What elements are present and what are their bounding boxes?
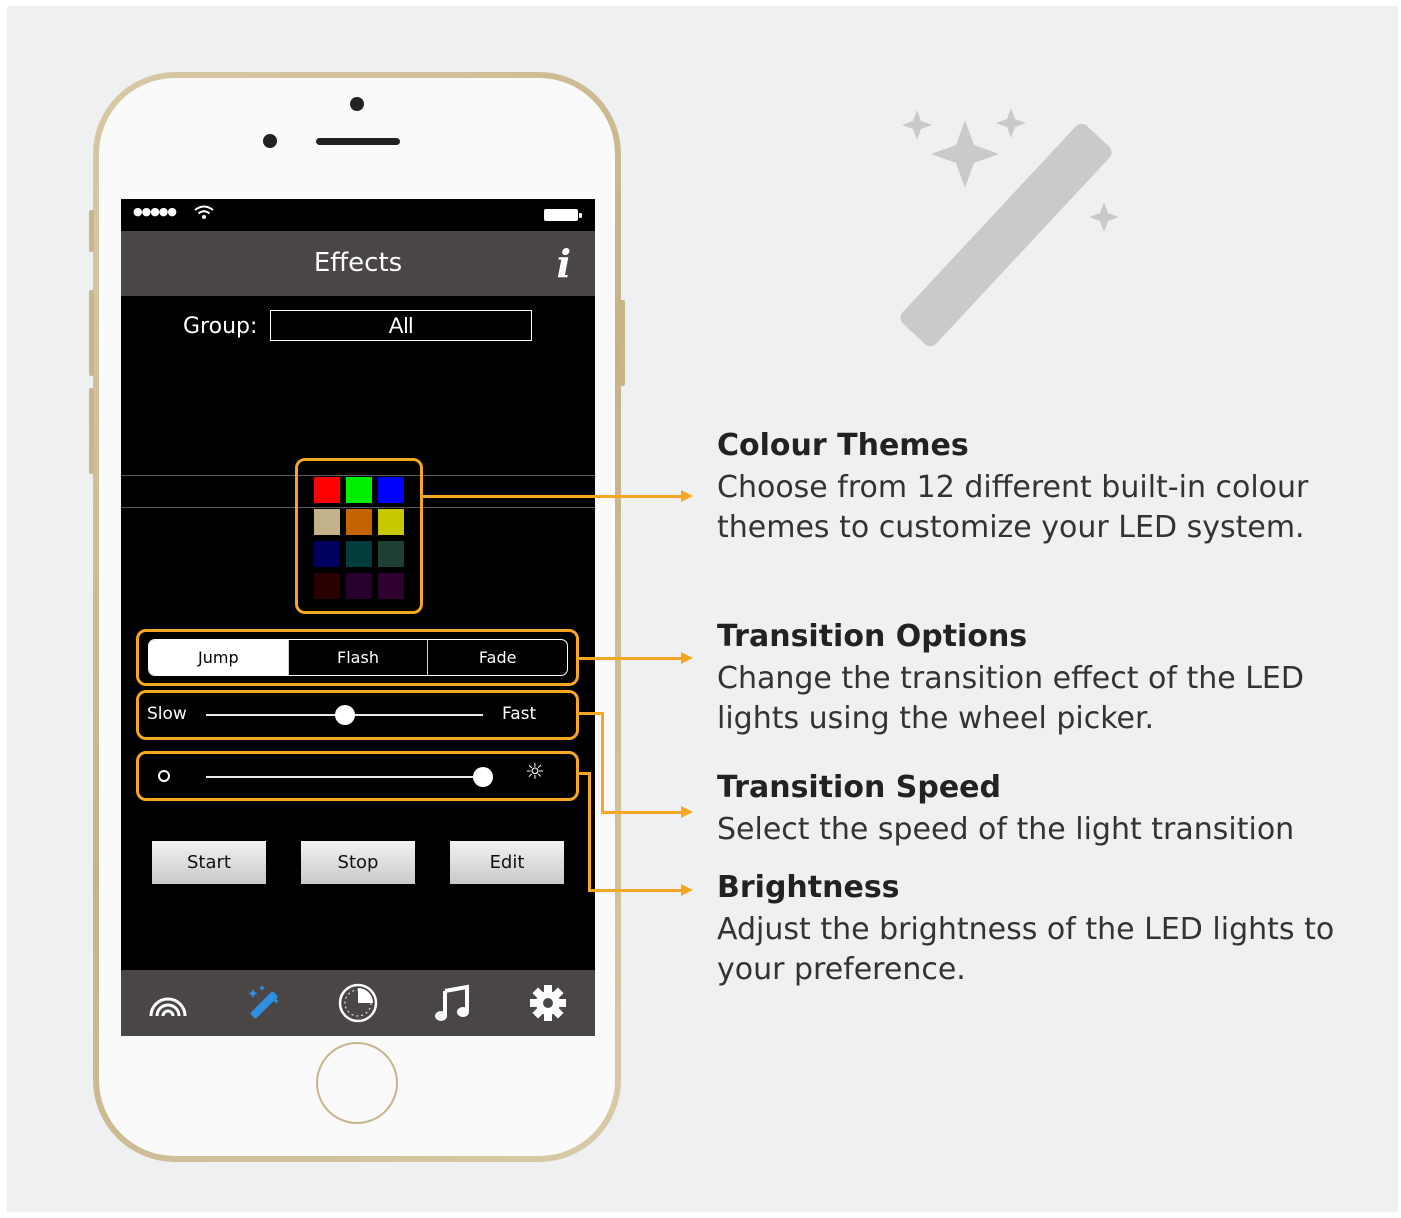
tab-settings[interactable] bbox=[528, 983, 568, 1023]
colour-themes-line2: themes to customize your LED system. bbox=[717, 510, 1305, 545]
power-button bbox=[620, 300, 625, 386]
tab-timer[interactable] bbox=[338, 983, 378, 1023]
signal-strength-icon: ●●●●● bbox=[133, 205, 177, 218]
brightness-line2: your preference. bbox=[717, 952, 966, 987]
side-button bbox=[89, 210, 94, 252]
navigation-bar: Effects i bbox=[121, 231, 595, 296]
transition-speed-highlight bbox=[136, 690, 579, 740]
brightness-line1: Adjust the brightness of the LED lights … bbox=[717, 912, 1335, 947]
proximity-sensor bbox=[350, 97, 364, 111]
transition-options-highlight bbox=[136, 629, 579, 686]
volume-up-button bbox=[89, 290, 94, 376]
tab-bar bbox=[121, 970, 595, 1036]
transition-options-connector bbox=[579, 657, 681, 660]
app-screen: ●●●●● Effects i Group: All Jump Flash Fade… bbox=[121, 199, 595, 1036]
brightness-connector-h2 bbox=[588, 889, 681, 892]
magic-wand-illustration-icon bbox=[900, 108, 1119, 347]
tab-effects[interactable] bbox=[243, 983, 283, 1023]
stop-button[interactable]: Stop bbox=[301, 841, 415, 884]
transition-options-line2: lights using the wheel picker. bbox=[717, 701, 1155, 736]
group-label: Group: bbox=[183, 314, 258, 339]
page-title: Effects bbox=[313, 248, 403, 278]
tab-rainbow[interactable] bbox=[148, 983, 188, 1023]
colour-themes-title: Colour Themes bbox=[717, 428, 969, 463]
transition-options-arrow bbox=[681, 652, 693, 664]
colour-themes-connector bbox=[423, 495, 681, 498]
info-button[interactable]: i bbox=[557, 241, 571, 286]
earpiece-speaker bbox=[316, 138, 400, 145]
edit-button[interactable]: Edit bbox=[450, 841, 564, 884]
colour-themes-arrow bbox=[681, 490, 693, 502]
colour-themes-line1: Choose from 12 different built-in colour bbox=[717, 470, 1309, 505]
transition-speed-title: Transition Speed bbox=[717, 770, 1001, 805]
transition-options-line1: Change the transition effect of the LED bbox=[717, 661, 1304, 696]
magic-wand-icon bbox=[248, 985, 279, 1019]
transition-speed-line1: Select the speed of the light transition bbox=[717, 812, 1295, 847]
start-button[interactable]: Start bbox=[152, 841, 266, 884]
brightness-arrow bbox=[681, 884, 693, 896]
status-bar: ●●●●● bbox=[121, 199, 595, 231]
rainbow-icon bbox=[149, 997, 187, 1017]
transition-options-title: Transition Options bbox=[717, 619, 1028, 654]
colour-themes-highlight bbox=[295, 458, 423, 614]
music-note-icon bbox=[435, 984, 469, 1021]
tab-music[interactable] bbox=[433, 983, 473, 1023]
battery-icon bbox=[544, 209, 582, 221]
timer-icon bbox=[338, 983, 378, 1023]
front-camera bbox=[263, 134, 277, 148]
volume-down-button bbox=[89, 388, 94, 474]
transition-speed-connector-h2 bbox=[601, 811, 681, 814]
gear-icon bbox=[530, 985, 566, 1021]
brightness-connector-v bbox=[588, 772, 591, 892]
transition-speed-connector-v bbox=[601, 712, 604, 814]
wifi-icon bbox=[194, 205, 214, 219]
home-button[interactable] bbox=[316, 1042, 398, 1124]
group-selector[interactable]: All bbox=[270, 310, 532, 341]
brightness-highlight bbox=[136, 751, 579, 801]
brightness-title: Brightness bbox=[717, 870, 900, 905]
transition-speed-arrow bbox=[681, 806, 693, 818]
